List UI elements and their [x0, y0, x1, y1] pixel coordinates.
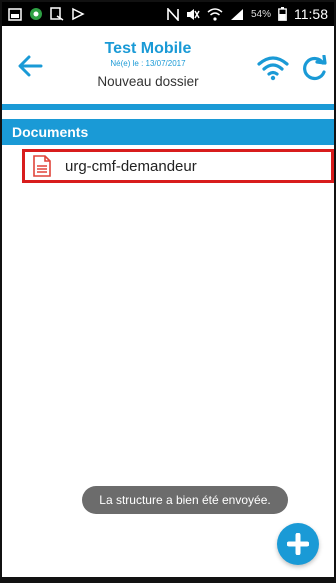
mute-icon	[186, 6, 200, 22]
gallery-icon	[8, 6, 22, 22]
document-name: urg-cmf-demandeur	[65, 157, 197, 175]
clock: 11:58	[294, 6, 328, 22]
app-header: Test Mobile Né(e) le : 13/07/2017 Nouvea…	[2, 26, 334, 104]
patient-info: Test Mobile Né(e) le : 13/07/2017 Nouvea…	[62, 40, 234, 92]
battery-percent: 54%	[250, 8, 271, 20]
record-icon	[29, 6, 43, 22]
signal-icon	[230, 6, 244, 22]
forward-icon	[71, 6, 85, 22]
documents-section-header: Documents	[2, 119, 334, 145]
nfc-icon	[167, 6, 179, 22]
wifi-icon	[207, 6, 223, 22]
refresh-button[interactable]	[300, 54, 330, 82]
list-item[interactable]: urg-cmf-demandeur	[22, 149, 334, 183]
bottom-edge	[2, 577, 334, 581]
app-screen: 54% 11:58 Test Mobile Né(e) le : 13/07/2…	[0, 0, 336, 583]
back-arrow-icon	[18, 55, 43, 77]
status-bar: 54% 11:58	[2, 2, 334, 26]
status-bar-right: 54% 11:58	[167, 6, 328, 22]
connection-button[interactable]	[256, 54, 290, 82]
birth-date: Né(e) le : 13/07/2017	[110, 59, 186, 68]
status-bar-left	[8, 6, 85, 22]
header-divider	[2, 104, 334, 110]
page-title: Test Mobile	[104, 40, 192, 57]
battery-icon	[278, 6, 287, 22]
add-document-button[interactable]	[277, 523, 319, 565]
refresh-icon	[303, 55, 327, 81]
back-button[interactable]	[16, 54, 44, 78]
wifi-icon	[257, 56, 289, 81]
folder-name: Nouveau dossier	[97, 74, 199, 89]
screen-icon	[50, 6, 64, 22]
plus-icon	[287, 533, 309, 555]
toast-message: La structure a bien été envoyée.	[82, 486, 288, 514]
pdf-document-icon	[31, 154, 53, 178]
